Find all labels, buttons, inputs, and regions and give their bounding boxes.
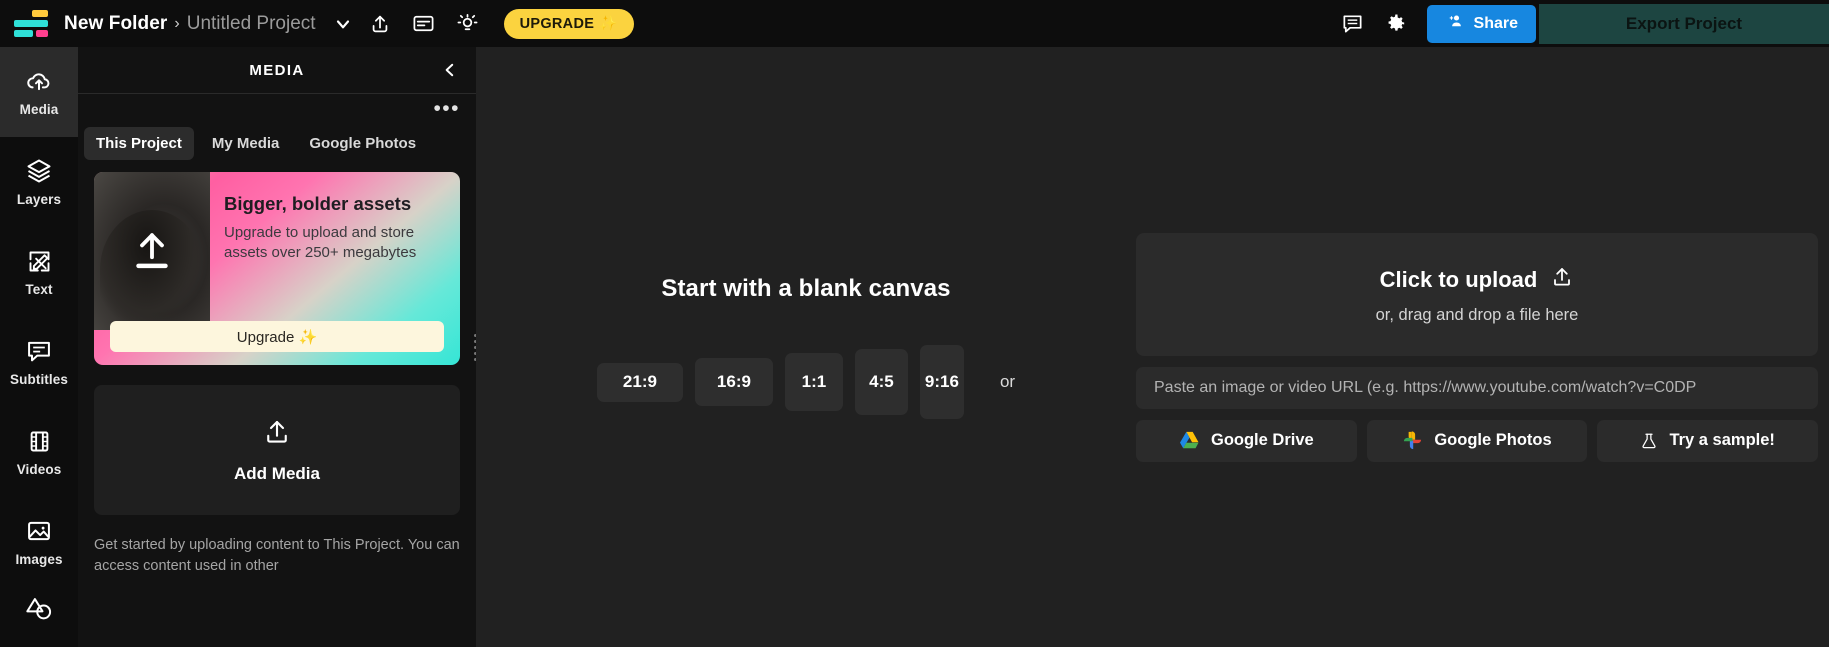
sidebar-item-images[interactable]: Images [0, 497, 78, 587]
upload-arrow-icon [262, 416, 292, 453]
aspect-ratio-21-9[interactable]: 21:9 [596, 362, 683, 402]
sidebar-item-shapes[interactable] [0, 587, 78, 637]
flask-icon [1640, 431, 1658, 451]
text-edit-icon [26, 248, 53, 275]
top-bar-right-group: Share Export Project [1331, 0, 1829, 47]
add-media-button[interactable]: Add Media [94, 385, 460, 515]
add-media-label: Add Media [234, 464, 320, 483]
breadcrumb-separator: › [174, 14, 180, 32]
click-to-upload-label: Click to upload [1379, 266, 1538, 292]
share-export-icon[interactable] [358, 7, 402, 41]
promo-title: Bigger, bolder assets [224, 193, 412, 214]
chevron-left-icon[interactable] [438, 58, 462, 82]
sidebar-item-label: Videos [16, 461, 62, 477]
upload-arrow-icon [1550, 264, 1574, 296]
google-photos-button[interactable]: Google Photos [1366, 419, 1588, 462]
sidebar-item-label: Text [25, 281, 53, 297]
sidebar-item-media[interactable]: Media [0, 47, 78, 137]
app-body: Media Layers Text Subtitles Videos Image… [0, 47, 1829, 647]
google-photos-icon [1402, 430, 1423, 451]
media-panel: MEDIA ••• This Project My Media Google P… [78, 47, 477, 647]
blank-canvas-title: Start with a blank canvas [661, 275, 951, 302]
sidebar-item-layers[interactable]: Layers [0, 137, 78, 227]
try-a-sample-label: Try a sample! [1669, 431, 1775, 449]
tab-google-photos[interactable]: Google Photos [297, 127, 428, 160]
google-drive-icon [1179, 431, 1200, 450]
sidebar-item-subtitles[interactable]: Subtitles [0, 317, 78, 407]
lightbulb-icon[interactable] [446, 7, 490, 41]
subtitles-icon [25, 337, 53, 365]
aspect-ratio-16-9[interactable]: 16:9 [694, 358, 773, 406]
upload-arrow-icon [129, 226, 175, 283]
media-panel-header: MEDIA [78, 47, 476, 93]
upload-section: Click to upload or, drag and drop a file… [1136, 232, 1819, 462]
tab-this-project[interactable]: This Project [84, 126, 194, 160]
panel-help-text: Get started by uploading content to This… [94, 537, 460, 574]
tab-my-media[interactable]: My Media [200, 127, 292, 160]
upload-cloud-icon [25, 67, 53, 95]
google-drive-button[interactable]: Google Drive [1136, 419, 1357, 462]
sidebar-item-videos[interactable]: Videos [0, 407, 78, 497]
app-logo[interactable] [14, 9, 50, 39]
film-strip-icon [26, 428, 53, 455]
promo-subtitle: Upgrade to upload and store assets over … [224, 223, 417, 262]
chevron-down-icon[interactable] [328, 9, 358, 39]
promo-upgrade-button[interactable]: Upgrade ✨ [110, 321, 444, 352]
layers-icon [25, 157, 53, 185]
sidebar-item-label: Images [15, 552, 63, 567]
gear-icon[interactable] [1375, 7, 1419, 41]
export-project-button[interactable]: Export Project [1539, 3, 1829, 44]
more-options-icon[interactable]: ••• [433, 98, 460, 119]
sidebar-item-label: Layers [16, 192, 62, 207]
upgrade-button[interactable]: UPGRADE ✨ [503, 8, 634, 39]
image-icon [25, 517, 53, 545]
top-bar: New Folder › Untitled Project UPGRADE ✨ [0, 0, 1829, 47]
breadcrumb-folder[interactable]: New Folder [64, 13, 167, 35]
sparkle-icon: ✨ [599, 16, 618, 32]
breadcrumb-project[interactable]: Untitled Project [187, 13, 316, 35]
drag-drop-label: or, drag and drop a file here [1375, 305, 1579, 324]
aspect-ratio-1-1[interactable]: 1:1 [784, 353, 843, 411]
aspect-ratio-group: 21:9 16:9 1:1 4:5 9:16 or [596, 345, 1016, 419]
comment-icon[interactable] [1331, 7, 1375, 41]
sidebar-item-label: Subtitles [10, 372, 68, 387]
or-separator: or [999, 372, 1016, 391]
upgrade-label: UPGRADE [519, 15, 595, 32]
captions-icon[interactable] [402, 7, 446, 41]
sidebar-item-label: Media [19, 102, 59, 117]
blank-canvas-section: Start with a blank canvas 21:9 16:9 1:1 … [476, 275, 1136, 419]
upload-dropzone[interactable]: Click to upload or, drag and drop a file… [1136, 232, 1818, 356]
canvas-area: Start with a blank canvas 21:9 16:9 1:1 … [476, 47, 1829, 647]
try-a-sample-button[interactable]: Try a sample! [1597, 419, 1819, 462]
app-root: New Folder › Untitled Project UPGRADE ✨ [0, 0, 1829, 647]
url-input-placeholder: Paste an image or video URL (e.g. https:… [1154, 378, 1697, 396]
share-label: Share [1473, 14, 1518, 32]
upgrade-promo-card[interactable]: Bigger, bolder assets Upgrade to upload … [94, 172, 460, 365]
aspect-ratio-9-16[interactable]: 9:16 [919, 345, 964, 419]
shapes-icon [25, 595, 53, 623]
url-input[interactable]: Paste an image or video URL (e.g. https:… [1136, 366, 1818, 409]
google-photos-label: Google Photos [1434, 431, 1552, 449]
promo-thumbnail [94, 172, 210, 330]
google-drive-label: Google Drive [1210, 431, 1314, 449]
source-buttons-row: Google Drive Google Photos Try a sample! [1136, 419, 1819, 462]
export-label: Export Project [1625, 13, 1743, 33]
add-person-icon [1445, 12, 1465, 35]
aspect-ratio-4-5[interactable]: 4:5 [854, 349, 908, 415]
share-button[interactable]: Share [1426, 4, 1536, 43]
panel-title: MEDIA [249, 61, 305, 79]
left-rail: Media Layers Text Subtitles Videos Image… [0, 47, 78, 647]
sidebar-item-text[interactable]: Text [0, 227, 78, 317]
panel-options-row: ••• [78, 94, 476, 124]
media-tabs: This Project My Media Google Photos [78, 124, 476, 162]
